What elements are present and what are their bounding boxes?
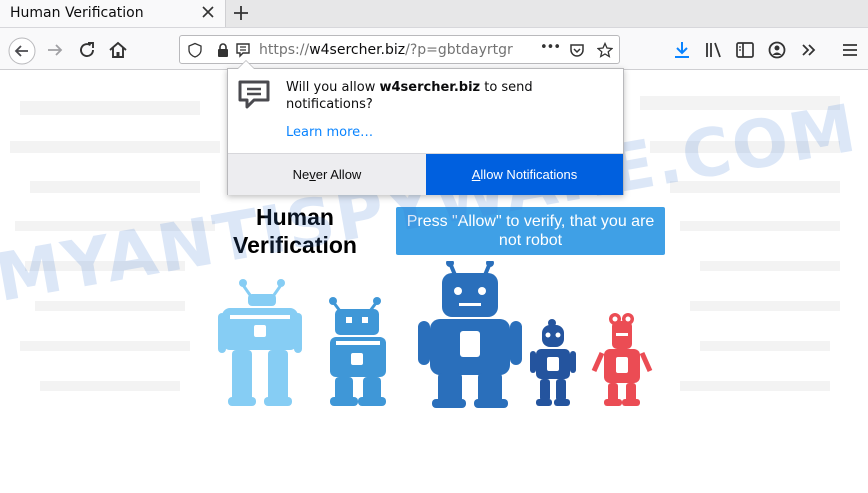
heading-line-1: Human (256, 204, 334, 230)
bookmark-star-icon[interactable] (597, 42, 613, 58)
robot-light-blue (218, 279, 302, 406)
robots-illustration (218, 261, 653, 408)
popup-arrow (237, 60, 255, 69)
url-path: /?p=gbtdayrtgr (405, 42, 513, 58)
popup-site: w4sercher.biz (379, 80, 481, 95)
notification-icon (238, 80, 270, 109)
learn-more-link[interactable]: Learn more… (286, 125, 373, 140)
verify-instruction-badge: Press "Allow" to verify, that you are no… (396, 207, 665, 255)
never-allow-label-start: Ne (292, 167, 310, 182)
back-icon[interactable] (8, 37, 36, 65)
pocket-icon[interactable] (569, 42, 585, 58)
tab-human-verification[interactable]: Human Verification (0, 0, 226, 27)
notification-permission-icon[interactable] (235, 42, 251, 58)
info-icon[interactable] (187, 42, 203, 58)
overflow-icon[interactable] (797, 38, 821, 62)
robot-mid-blue (329, 297, 386, 406)
forward-icon[interactable] (43, 38, 67, 62)
page-heading: Human Verification (214, 203, 376, 259)
url-text[interactable]: https://w4sercher.biz/?p=gbtdayrtgr (259, 42, 529, 58)
close-icon[interactable] (199, 3, 217, 21)
badge-line-2: not robot (498, 232, 563, 249)
home-icon[interactable] (106, 38, 130, 62)
sidebar-icon[interactable] (733, 38, 757, 62)
account-icon[interactable] (765, 38, 789, 62)
reload-icon[interactable] (75, 38, 99, 62)
notification-permission-popup: Will you allow w4sercher.biz to send not… (227, 60, 624, 195)
plus-icon[interactable] (231, 3, 251, 23)
download-icon[interactable] (670, 38, 694, 62)
popup-message-prefix: Will you allow (286, 80, 380, 95)
badge-line-1: Press "Allow" to verify, that you are (406, 213, 655, 230)
heading-line-2: Verification (233, 232, 357, 258)
menu-icon[interactable] (838, 38, 862, 62)
tab-title: Human Verification (10, 5, 144, 21)
never-allow-label-end: er Allow (315, 167, 362, 182)
library-icon[interactable] (702, 38, 726, 62)
url-host: w4sercher.biz (309, 42, 406, 58)
allow-notifications-button[interactable]: Allow Notifications (426, 154, 623, 195)
tab-strip: Human Verification (0, 0, 868, 27)
page-actions-icon[interactable]: ••• (540, 40, 561, 55)
popup-message: Will you allow w4sercher.biz to send not… (286, 79, 606, 113)
lock-icon[interactable] (215, 42, 231, 58)
url-scheme: https:// (259, 42, 310, 58)
never-allow-button[interactable]: Never Allow (228, 154, 426, 195)
allow-notifications-label: llow Notifications (480, 167, 578, 182)
navigation-toolbar: https://w4sercher.biz/?p=gbtdayrtgr ••• (0, 27, 868, 70)
popup-button-row: Never Allow Allow Notifications (228, 153, 623, 195)
